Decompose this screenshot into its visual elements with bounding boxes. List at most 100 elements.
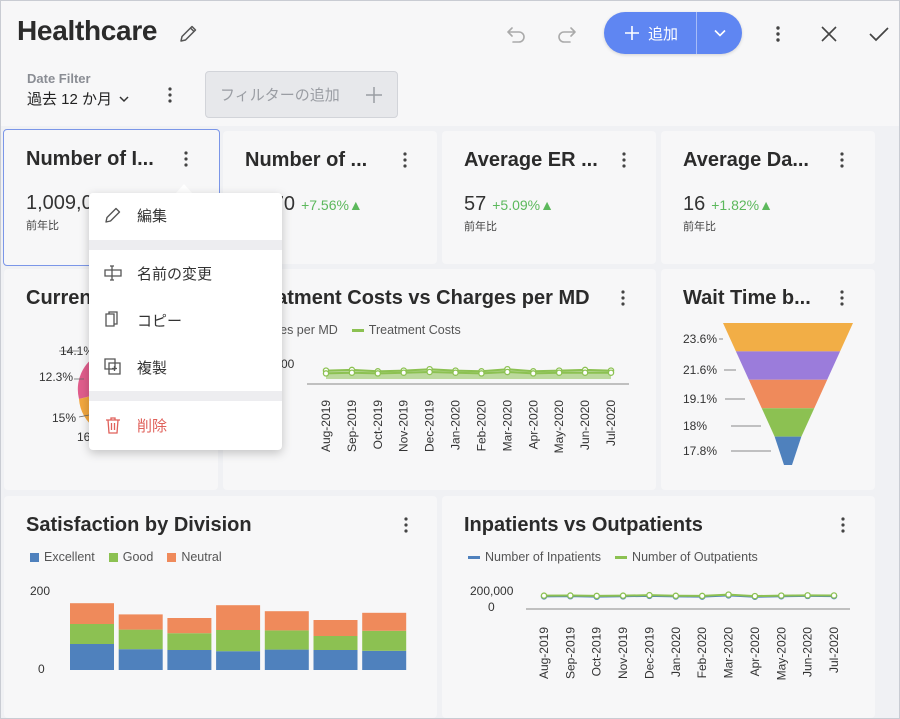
bar-segment bbox=[264, 630, 309, 650]
y-tick-label: 00 bbox=[281, 357, 295, 371]
funnel-label: 19.1% bbox=[683, 392, 717, 406]
series-point bbox=[751, 592, 759, 600]
series-point bbox=[672, 592, 680, 600]
menu-item-label: コピー bbox=[137, 312, 183, 330]
bar-segment bbox=[362, 630, 407, 651]
card-menu-icon[interactable] bbox=[832, 148, 852, 172]
wait-time-funnel-chart: 23.6% 21.6% 19.1% 18% 17.8% bbox=[683, 323, 853, 465]
pie-label: 12.3% bbox=[39, 370, 73, 384]
date-filter-value: 過去 12 か月 bbox=[27, 91, 113, 108]
funnel-label: 18% bbox=[683, 419, 707, 433]
kpi-card-3[interactable]: Average ER ... 57 +5.09%▲ 前年比 bbox=[442, 131, 656, 264]
x-tick-label: Jan-2020 bbox=[669, 627, 683, 677]
menu-item-delete[interactable]: 削除 bbox=[89, 403, 282, 447]
kpi-value: 57 +5.09%▲ bbox=[464, 193, 554, 216]
plus-icon bbox=[366, 86, 382, 103]
kpi-sub: 前年比 bbox=[464, 221, 497, 233]
x-tick-label: Nov-2019 bbox=[397, 400, 411, 452]
wait-time-card[interactable]: Wait Time b... 23.6% 21.6% 19.1% 18% 17.8% bbox=[661, 269, 875, 490]
x-tick-label: Apr-2020 bbox=[526, 400, 540, 450]
chevron-down-icon bbox=[119, 95, 129, 102]
edit-title-icon[interactable] bbox=[175, 21, 201, 47]
card-menu-icon[interactable] bbox=[614, 148, 634, 172]
treatment-costs-card[interactable]: eatment Costs vs Charges per MD rges per… bbox=[223, 269, 656, 490]
series-point bbox=[504, 368, 511, 376]
satisfaction-bar-chart: 200 0 bbox=[30, 584, 407, 676]
menu-divider bbox=[89, 391, 282, 401]
kpi-title: Average Da... bbox=[683, 149, 809, 171]
y-tick-label: 200,000 bbox=[470, 584, 514, 598]
add-filter-button[interactable]: フィルターの追加 bbox=[205, 71, 398, 118]
x-tick-label: Jun-2020 bbox=[578, 400, 592, 450]
date-filter[interactable]: Date Filter 過去 12 か月 bbox=[27, 71, 130, 109]
satisfaction-card[interactable]: Satisfaction by Division Excellent Good … bbox=[4, 496, 437, 718]
rename-icon bbox=[104, 265, 122, 281]
series-point bbox=[698, 592, 706, 600]
series-point bbox=[646, 591, 653, 599]
check-icon[interactable] bbox=[866, 21, 892, 47]
series-point bbox=[804, 592, 811, 599]
x-tick-label: Sep-2019 bbox=[345, 400, 359, 452]
x-tick-label: Jan-2020 bbox=[449, 400, 463, 450]
x-tick-label: Dec-2019 bbox=[423, 400, 437, 452]
inpatients-line-chart: 200,000 0 Aug-2019 Sep-2019 Oct-2019 Nov-20… bbox=[470, 584, 850, 681]
kpi-delta: +1.82%▲ bbox=[711, 197, 773, 213]
undo-icon[interactable] bbox=[503, 21, 529, 47]
x-tick-label: Mar-2020 bbox=[722, 627, 736, 679]
kpi-sub: 前年比 bbox=[26, 220, 59, 232]
bar-segment bbox=[70, 603, 114, 624]
more-options-icon[interactable] bbox=[767, 21, 789, 47]
kpi-value-text: 1,009,0 bbox=[26, 192, 93, 214]
menu-item-copy[interactable]: コピー bbox=[89, 298, 282, 342]
series-point bbox=[374, 370, 382, 377]
y-tick-label: 0 bbox=[488, 600, 495, 614]
bar-segment bbox=[216, 605, 261, 630]
x-tick-label: Jun-2020 bbox=[801, 627, 815, 677]
bar-segment bbox=[264, 649, 309, 670]
add-split-button: 追加 bbox=[604, 12, 742, 54]
series-line bbox=[325, 370, 611, 375]
menu-item-duplicate[interactable]: 複製 bbox=[89, 345, 282, 389]
x-tick-label: Feb-2020 bbox=[474, 400, 488, 452]
trash-icon bbox=[106, 417, 120, 434]
x-tick-label: Dec-2019 bbox=[642, 627, 656, 679]
series-point bbox=[567, 592, 574, 599]
card-menu-icon[interactable] bbox=[176, 147, 196, 171]
bar-segment bbox=[216, 630, 261, 652]
dashboard-header: Healthcare 追加 Date Filter 過去 12 か月 フィルター… bbox=[1, 1, 899, 126]
series-point bbox=[426, 368, 433, 376]
x-tick-label: Nov-2019 bbox=[616, 627, 630, 679]
dashboard-title: Healthcare bbox=[17, 15, 158, 46]
menu-item-label: 名前の変更 bbox=[137, 265, 213, 283]
close-icon[interactable] bbox=[816, 21, 842, 47]
series-point bbox=[607, 369, 615, 376]
kpi-value: 16 +1.82%▲ bbox=[683, 193, 773, 216]
kpi-title: Number of I... bbox=[26, 148, 154, 170]
inpatients-card[interactable]: Inpatients vs Outpatients Number of Inpa… bbox=[442, 496, 875, 718]
x-tick-label: Mar-2020 bbox=[500, 400, 514, 452]
x-tick-label: May-2020 bbox=[774, 627, 788, 681]
bar-segment bbox=[167, 650, 212, 670]
dashboard-window: Healthcare 追加 Date Filter 過去 12 か月 フィルター… bbox=[0, 0, 900, 719]
kpi-title: Number of ... bbox=[245, 149, 368, 171]
series-point bbox=[530, 370, 537, 377]
menu-item-label: 編集 bbox=[137, 207, 168, 225]
x-tick-label: Feb-2020 bbox=[695, 627, 709, 679]
kpi-card-4[interactable]: Average Da... 16 +1.82%▲ 前年比 bbox=[661, 131, 875, 264]
bar-segment bbox=[118, 614, 163, 630]
funnel-label: 21.6% bbox=[683, 363, 717, 377]
filter-options-icon[interactable] bbox=[161, 83, 179, 107]
pie-label: 15% bbox=[52, 411, 76, 425]
kpi-value: 1,009,0 bbox=[26, 192, 93, 215]
series-point bbox=[581, 369, 589, 376]
menu-item-rename[interactable]: 名前の変更 bbox=[89, 251, 282, 295]
add-button[interactable]: 追加 bbox=[604, 12, 696, 54]
series-point bbox=[555, 369, 563, 376]
x-tick-label: Jul-2020 bbox=[604, 400, 618, 446]
menu-item-edit[interactable]: 編集 bbox=[89, 193, 282, 237]
bar-segment bbox=[264, 611, 309, 631]
add-dropdown-button[interactable] bbox=[697, 12, 742, 54]
redo-icon[interactable] bbox=[554, 21, 580, 47]
card-menu-icon[interactable] bbox=[395, 148, 415, 172]
bar-segment bbox=[118, 629, 163, 650]
